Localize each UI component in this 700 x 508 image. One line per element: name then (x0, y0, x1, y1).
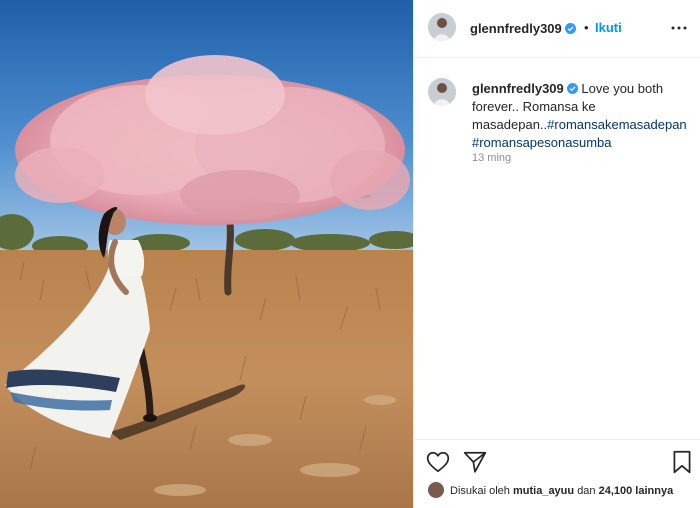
follow-button[interactable]: Ikuti (595, 20, 622, 35)
header-username[interactable]: glennfredly309 (470, 21, 562, 36)
more-horizontal-icon[interactable] (667, 16, 691, 40)
bookmark-icon[interactable] (669, 449, 695, 475)
header-user: glennfredly309 (470, 20, 576, 38)
header-separator: • (584, 20, 589, 35)
caption-text: glennfredly309 Love you both forever.. R… (472, 80, 690, 152)
liker-username[interactable]: mutia_ayuu (513, 485, 574, 497)
photo-scene (0, 0, 413, 508)
likes-conjunction: dan (577, 485, 596, 497)
verified-badge-icon (566, 81, 578, 94)
avatar[interactable] (428, 13, 456, 41)
likes-count[interactable]: 24,100 lainnya (599, 485, 674, 497)
heart-icon[interactable] (425, 449, 451, 475)
post-timestamp[interactable]: 13 ming (472, 152, 511, 164)
likes-summary: Disukai oleh mutia_ayuu dan 24,100 lainn… (428, 482, 673, 498)
verified-badge-icon (564, 21, 576, 34)
liker-avatar[interactable] (428, 482, 444, 498)
post-photo[interactable] (0, 0, 413, 508)
caption-avatar[interactable] (428, 78, 456, 106)
post-header: glennfredly309 • Ikuti (414, 0, 700, 58)
paper-plane-icon[interactable] (462, 449, 488, 475)
avatar-image (428, 13, 456, 41)
hashtag-link[interactable]: #romansapesonasumba (472, 135, 611, 150)
caption-username[interactable]: glennfredly309 (472, 81, 564, 96)
likes-prefix: Disukai oleh (450, 485, 510, 497)
action-bar: Disukai oleh mutia_ayuu dan 24,100 lainn… (414, 439, 700, 508)
avatar-image (428, 78, 456, 106)
hashtag-link[interactable]: #romansakemasadepan (547, 117, 686, 132)
post-panel: glennfredly309 • Ikuti glennfredly309 Lo… (413, 0, 700, 508)
